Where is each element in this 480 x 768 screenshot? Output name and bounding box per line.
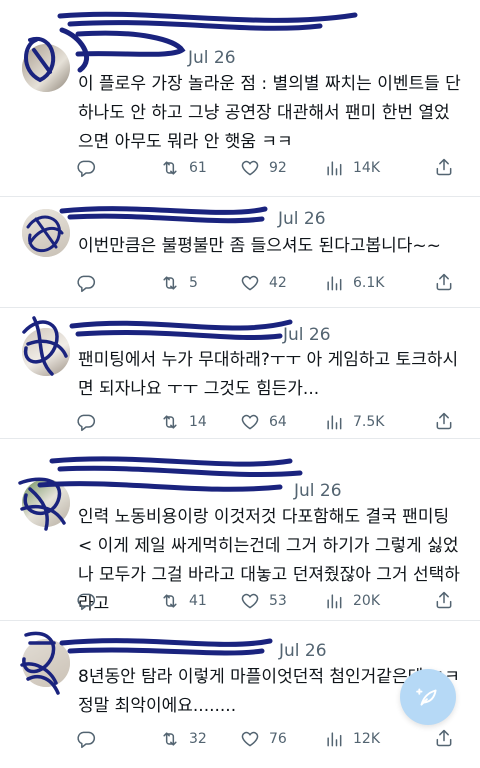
reply-button[interactable]: [76, 590, 96, 612]
repost-button[interactable]: 32: [160, 728, 207, 750]
like-count: 76: [269, 731, 287, 747]
share-icon: [436, 412, 452, 430]
reply-icon: [77, 731, 96, 749]
repost-icon: [163, 732, 177, 746]
tweet-date: Jul 26: [188, 48, 236, 68]
share-button[interactable]: [434, 272, 454, 294]
repost-count: 61: [189, 160, 207, 176]
tweet[interactable]: Jul 26 이번만큼은 불평불만 좀 들으셔도 된다고봅니다~~ 5 42 6…: [0, 197, 480, 307]
reply-icon: [77, 275, 96, 293]
compose-icon: [416, 688, 437, 706]
repost-count: 14: [189, 414, 207, 430]
tweet-actions: 32 76 12K: [76, 728, 456, 750]
heart-icon: [241, 593, 259, 609]
repost-button[interactable]: 61: [160, 157, 207, 179]
tweet-actions: 5 42 6.1K: [76, 272, 456, 294]
share-icon: [436, 729, 452, 747]
views-count: 6.1K: [353, 275, 385, 291]
tweet-actions: 14 64 7.5K: [76, 411, 456, 433]
reply-icon: [77, 414, 96, 432]
share-button[interactable]: [434, 590, 454, 612]
tweet-date: Jul 26: [279, 641, 327, 661]
tweet[interactable]: Jul 26 팬미팅에서 누가 무대하래?ㅜㅜ 아 게임하고 토크하시면 되자나…: [0, 308, 480, 438]
views-button[interactable]: 6.1K: [324, 272, 384, 294]
repost-button[interactable]: 5: [160, 272, 198, 294]
tweet[interactable]: Jul 26 이 플로우 가장 놀라운 점 : 별의별 짜치는 이벤트들 단 하…: [0, 0, 480, 196]
repost-button[interactable]: 41: [160, 590, 207, 612]
repost-count: 32: [189, 731, 207, 747]
views-count: 20K: [353, 593, 380, 609]
tweet[interactable]: Jul 26 인력 노동비용이랑 이것저것 다포함해도 결국 팬미팅 < 이게 …: [0, 439, 480, 620]
views-icon: [327, 594, 342, 609]
repost-button[interactable]: 14: [160, 411, 207, 433]
avatar[interactable]: [22, 479, 70, 527]
reply-button[interactable]: [76, 272, 96, 294]
repost-icon: [163, 161, 177, 175]
views-button[interactable]: 7.5K: [324, 411, 384, 433]
reply-button[interactable]: [76, 728, 96, 750]
repost-icon: [163, 594, 177, 608]
share-icon: [436, 591, 452, 609]
like-count: 92: [269, 160, 287, 176]
views-count: 12K: [353, 731, 380, 747]
repost-icon: [163, 415, 177, 429]
share-icon: [436, 158, 452, 176]
heart-icon: [241, 160, 259, 176]
repost-count: 5: [189, 275, 198, 291]
tweet-date: Jul 26: [294, 481, 342, 501]
reply-button[interactable]: [76, 411, 96, 433]
tweet-date: Jul 26: [278, 209, 326, 229]
like-count: 42: [269, 275, 287, 291]
avatar[interactable]: [22, 44, 70, 92]
tweet-actions: 41 53 20K: [76, 590, 456, 612]
tweet-text: 이 플로우 가장 놀라운 점 : 별의별 짜치는 이벤트들 단 하나도 안 하고…: [78, 74, 461, 152]
heart-icon: [241, 414, 259, 430]
reply-icon: [77, 593, 96, 611]
views-icon: [327, 161, 342, 176]
views-button[interactable]: 12K: [324, 728, 380, 750]
repost-icon: [163, 276, 177, 290]
tweet-text: 팬미팅에서 누가 무대하래?ㅜㅜ 아 게임하고 토크하시면 되자나요 ㅜㅜ 그것…: [78, 350, 459, 399]
avatar[interactable]: [22, 328, 70, 376]
heart-icon: [241, 731, 259, 747]
like-button[interactable]: 76: [240, 728, 287, 750]
share-button[interactable]: [434, 157, 454, 179]
views-icon: [327, 732, 342, 747]
views-icon: [327, 415, 342, 430]
repost-count: 41: [189, 593, 207, 609]
avatar[interactable]: [22, 639, 70, 687]
views-count: 14K: [353, 160, 380, 176]
like-count: 64: [269, 414, 287, 430]
views-count: 7.5K: [353, 414, 385, 430]
tweet-actions: 61 92 14K: [76, 157, 456, 179]
reply-button[interactable]: [76, 157, 96, 179]
views-icon: [327, 276, 342, 291]
share-button[interactable]: [434, 411, 454, 433]
reply-icon: [77, 160, 96, 178]
views-button[interactable]: 14K: [324, 157, 380, 179]
like-button[interactable]: 92: [240, 157, 287, 179]
compose-button[interactable]: [400, 669, 456, 725]
views-button[interactable]: 20K: [324, 590, 380, 612]
share-icon: [436, 273, 452, 291]
heart-icon: [241, 275, 259, 291]
avatar[interactable]: [22, 209, 70, 257]
tweet-text: 이번만큼은 불평불만 좀 들으셔도 된다고봅니다~~: [78, 236, 441, 256]
like-button[interactable]: 64: [240, 411, 287, 433]
share-button[interactable]: [434, 728, 454, 750]
like-count: 53: [269, 593, 287, 609]
like-button[interactable]: 53: [240, 590, 287, 612]
like-button[interactable]: 42: [240, 272, 287, 294]
tweet-date: Jul 26: [283, 325, 331, 345]
